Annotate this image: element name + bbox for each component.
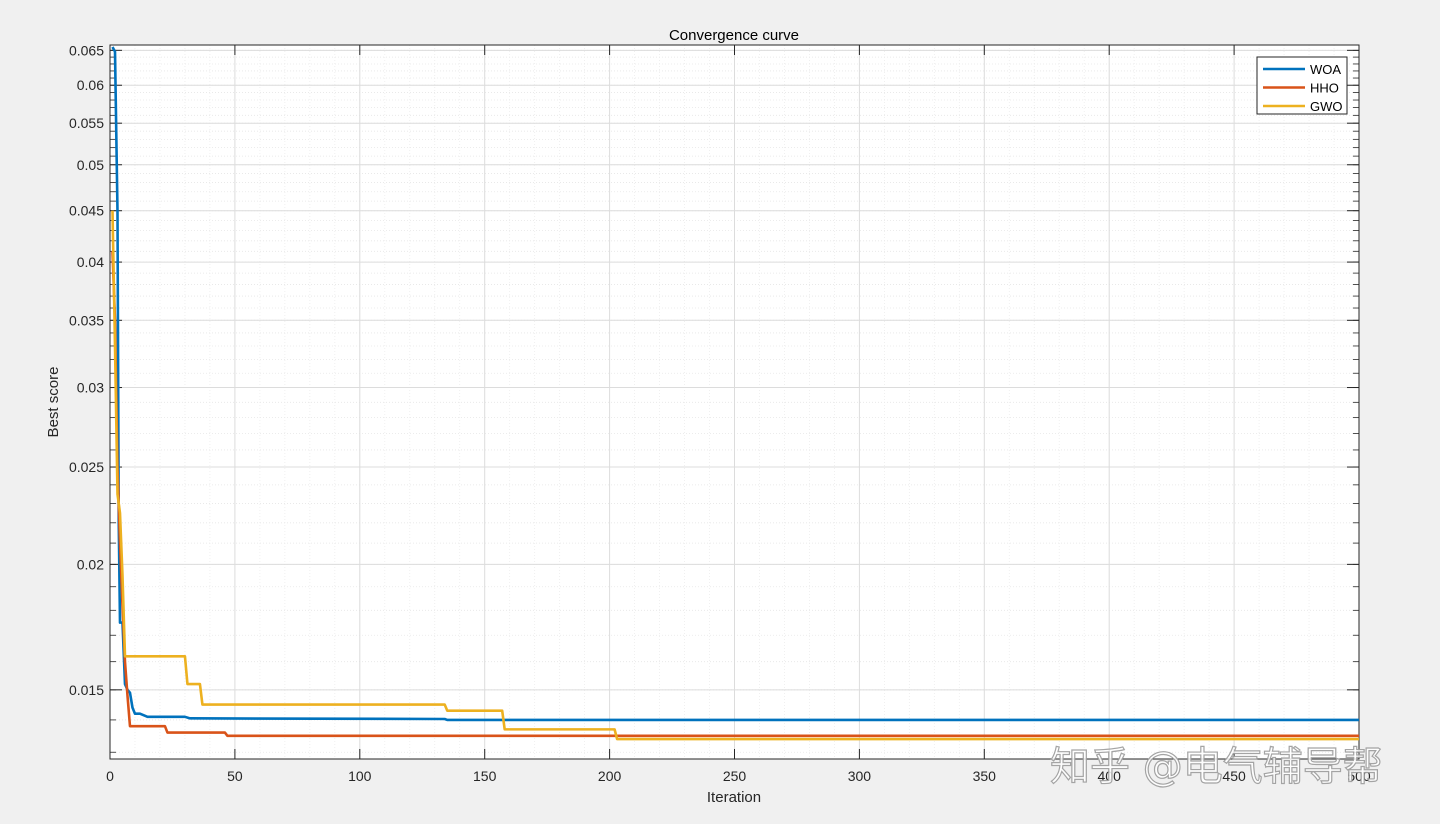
watermark: 知乎 @电气辅导帮 [1050, 744, 1383, 790]
legend-label-gwo: GWO [1310, 99, 1343, 114]
y-tick-label: 0.02 [77, 556, 104, 572]
x-tick-label: 100 [348, 768, 372, 784]
legend: WOA HHO GWO [1256, 56, 1348, 115]
x-tick-label: 300 [848, 768, 872, 784]
legend-label-hho: HHO [1310, 81, 1339, 96]
x-axis-label: Iteration [707, 789, 761, 806]
y-tick-label: 0.035 [69, 312, 104, 328]
x-tick-label: 200 [598, 768, 622, 784]
chart-title: Convergence curve [669, 27, 799, 44]
y-tick-label: 0.025 [69, 459, 104, 475]
y-axis-label: Best score [45, 367, 62, 438]
legend-label-woa: WOA [1310, 62, 1341, 77]
y-tick-label: 0.05 [77, 157, 104, 173]
y-tick-label: 0.04 [77, 254, 104, 270]
convergence-chart: 0 50 100 150 200 250 300 350 400 450 500 0.0150.02… [45, 27, 1383, 806]
x-tick-label: 350 [973, 768, 997, 784]
y-tick-label: 0.015 [69, 682, 104, 698]
x-tick-label: 50 [227, 768, 243, 784]
y-tick-label: 0.065 [69, 42, 104, 58]
y-tick-label: 0.06 [77, 77, 104, 93]
x-tick-label: 0 [106, 768, 114, 784]
y-tick-label: 0.03 [77, 380, 104, 396]
y-tick-label: 0.045 [69, 203, 104, 219]
y-tick-labels: 0.015 0.02 0.025 0.03 0.035 0.04 0.045 0.05 0.05… [69, 42, 104, 697]
y-tick-label: 0.055 [69, 115, 104, 131]
x-tick-label: 150 [473, 768, 497, 784]
x-tick-label: 250 [723, 768, 747, 784]
